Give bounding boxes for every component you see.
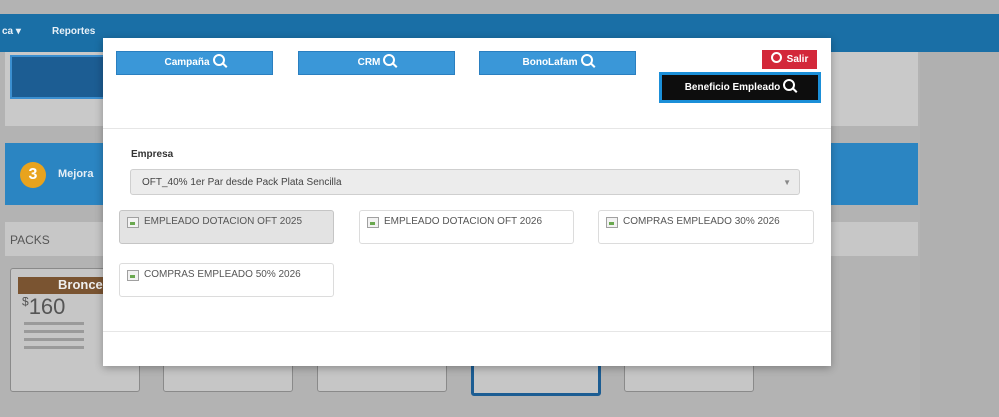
divider [103, 128, 831, 129]
step-label: Mejora [58, 168, 94, 180]
image-placeholder-icon [606, 217, 618, 228]
bonolafam-button[interactable]: BonoLafam [479, 51, 636, 75]
nav-item-reportes[interactable]: Reportes [52, 26, 95, 37]
search-icon [383, 54, 396, 66]
beneficio-empleado-button[interactable]: Beneficio Empleado [659, 72, 821, 103]
image-placeholder-icon [127, 270, 139, 281]
divider [103, 331, 831, 332]
pack-card-details [24, 322, 94, 354]
caret-down-icon: ▼ [783, 178, 791, 187]
option-empleado-dotacion-2026[interactable]: EMPLEADO DOTACION OFT 2026 [359, 210, 574, 244]
search-icon [783, 79, 796, 91]
crm-button[interactable]: CRM [298, 51, 455, 75]
pack-card-price: $160 [22, 294, 66, 319]
option-empleado-dotacion-2025[interactable]: EMPLEADO DOTACION OFT 2025 [119, 210, 334, 244]
step-number-badge: 3 [20, 162, 46, 188]
nav-item-1[interactable]: ca ▾ [2, 26, 21, 37]
right-pane [920, 52, 999, 417]
empresa-select[interactable]: OFT_40% 1er Par desde Pack Plata Sencill… [130, 169, 800, 195]
empresa-select-value: OFT_40% 1er Par desde Pack Plata Sencill… [142, 177, 342, 188]
image-placeholder-icon [367, 217, 379, 228]
empresa-label: Empresa [131, 149, 174, 160]
salir-button[interactable]: Salir [762, 50, 817, 69]
background-blue-block [10, 55, 108, 99]
power-icon [770, 52, 782, 63]
modal-dialog: Campaña CRM BonoLafam Salir Beneficio Em… [103, 38, 831, 366]
option-compras-empleado-30[interactable]: COMPRAS EMPLEADO 30% 2026 [598, 210, 814, 244]
option-compras-empleado-50[interactable]: COMPRAS EMPLEADO 50% 2026 [119, 263, 334, 297]
image-placeholder-icon [127, 217, 139, 228]
packs-label: PACKS [10, 233, 50, 247]
search-icon [212, 54, 225, 66]
search-icon [580, 54, 593, 66]
pack-card-title: Bronce [18, 277, 113, 294]
campania-button[interactable]: Campaña [116, 51, 273, 75]
